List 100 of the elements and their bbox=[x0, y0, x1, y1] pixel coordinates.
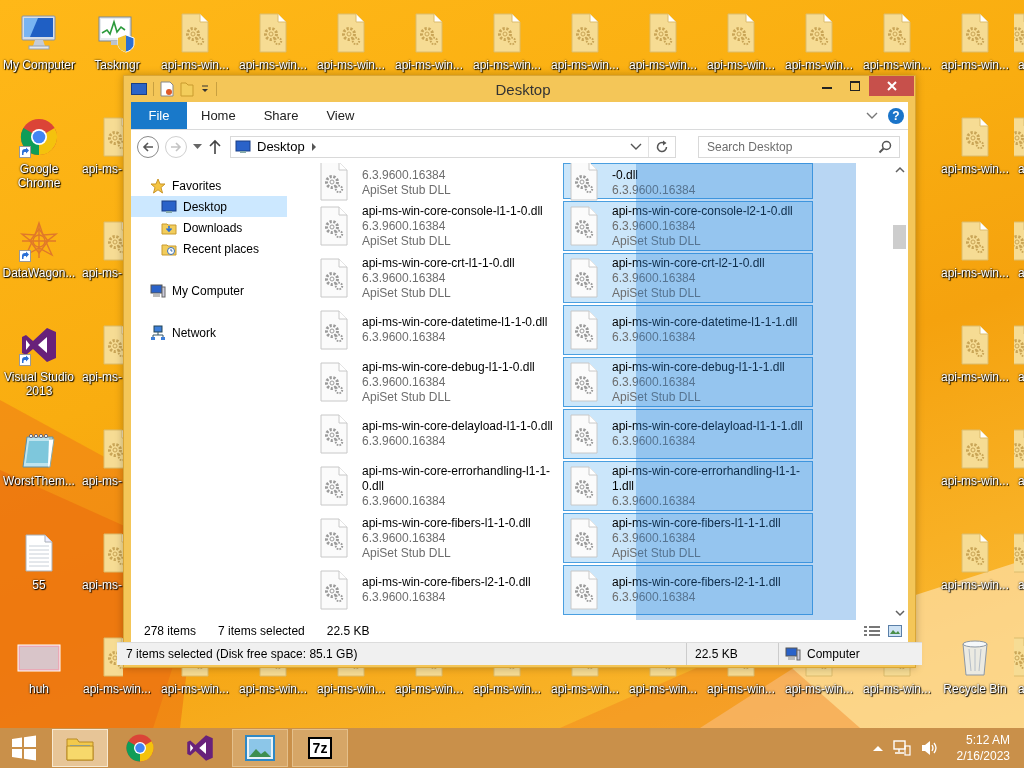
gear-file-icon[interactable] bbox=[881, 13, 913, 53]
gear-file-icon[interactable] bbox=[647, 668, 679, 677]
gear-file-icon[interactable] bbox=[413, 668, 445, 677]
file-tile[interactable]: api-ms-win-core-errorhandling-l1-1-1.dll 6.3.9600.16384 bbox=[563, 461, 813, 511]
nav-item[interactable]: Favorites bbox=[131, 175, 287, 196]
back-button[interactable] bbox=[137, 135, 159, 158]
monitor-icon[interactable] bbox=[19, 13, 59, 53]
chevron-down-icon[interactable] bbox=[630, 142, 642, 151]
refresh-icon[interactable] bbox=[655, 139, 669, 154]
properties-icon[interactable] bbox=[160, 81, 174, 97]
gear-file-icon[interactable] bbox=[959, 117, 991, 157]
file-tile[interactable]: api-ms-win-core-fibers-l1-1-0.dll 6.3.9600.16384 ApiSet Stub DLL bbox=[313, 513, 558, 563]
gear-file-icon[interactable] bbox=[257, 13, 289, 53]
ribbon-tab[interactable]: Share bbox=[249, 102, 313, 129]
icon-label: api-ms-win... bbox=[472, 682, 542, 696]
gear-file-icon[interactable] bbox=[959, 13, 991, 53]
search-icon[interactable] bbox=[878, 139, 892, 154]
up-arrow-icon[interactable] bbox=[208, 138, 222, 155]
gear-file-icon[interactable] bbox=[491, 668, 523, 677]
nav-item[interactable]: Downloads bbox=[131, 217, 287, 238]
breadcrumb-item[interactable]: Desktop bbox=[257, 139, 305, 154]
taskbar-app[interactable]: 7z bbox=[292, 729, 348, 767]
gear-file-icon[interactable] bbox=[959, 533, 991, 573]
gear-file-icon[interactable] bbox=[959, 429, 991, 469]
gear-file-icon[interactable] bbox=[101, 117, 123, 157]
nav-item[interactable]: My Computer bbox=[131, 280, 287, 301]
icon-label: api-ms-win... bbox=[628, 682, 698, 696]
gear-file-icon[interactable] bbox=[101, 533, 123, 573]
star-pattern-icon[interactable] bbox=[19, 221, 59, 261]
help-button[interactable]: ? bbox=[888, 107, 904, 124]
network-icon[interactable] bbox=[892, 740, 911, 756]
nav-item[interactable]: Recent places bbox=[131, 238, 287, 259]
file-tile[interactable]: api-ms-win-core-console-l2-1-0.dll 6.3.9600.16384 ApiSet Stub DLL bbox=[563, 201, 813, 251]
gear-file-icon[interactable] bbox=[725, 13, 757, 53]
large-icons-view-icon[interactable] bbox=[888, 625, 902, 637]
close-button[interactable] bbox=[869, 76, 914, 96]
file-tile[interactable]: api-ms-win-core-console-l1-1-0.dll 6.3.9600.16384 ApiSet Stub DLL bbox=[313, 201, 558, 251]
gear-file-icon[interactable] bbox=[179, 668, 211, 677]
file-tile[interactable]: api-ms-win-core-delayload-l1-1-0.dll 6.3.9600.16384 bbox=[313, 409, 558, 459]
file-tile[interactable]: api-ms-win-core-crt-l1-1-0.dll 6.3.9600.16384 ApiSet Stub DLL bbox=[313, 253, 558, 303]
chevron-right-icon[interactable] bbox=[310, 142, 317, 151]
app-logo-icon[interactable] bbox=[19, 325, 59, 365]
file-tile[interactable]: 6.3.9600.16384 ApiSet Stub DLL bbox=[313, 163, 558, 199]
icon-label: 55 bbox=[31, 578, 47, 592]
file-tile[interactable]: api-ms-win-core-fibers-l2-1-1.dll 6.3.9600.16384 bbox=[563, 565, 813, 615]
gear-file-icon[interactable] bbox=[959, 221, 991, 261]
folder-icon[interactable] bbox=[180, 81, 194, 97]
icon-label: api-ms- bbox=[81, 266, 122, 280]
gear-file-icon[interactable] bbox=[335, 13, 367, 53]
file-name: api-ms-win-core-fibers-l2-1-1.dll bbox=[612, 575, 782, 590]
gear-file-icon[interactable] bbox=[647, 13, 679, 53]
gear-file-icon[interactable] bbox=[413, 13, 445, 53]
file-tile[interactable]: api-ms-win-core-crt-l2-1-0.dll 6.3.9600.16384 ApiSet Stub DLL bbox=[563, 253, 813, 303]
file-tile[interactable]: api-ms-win-core-datetime-l1-1-0.dll 6.3.9600.16384 bbox=[313, 305, 558, 355]
file-description: ApiSet Stub DLL bbox=[362, 389, 452, 405]
gear-file-icon[interactable] bbox=[101, 325, 123, 365]
gear-file-icon[interactable] bbox=[569, 13, 601, 53]
file-tile[interactable]: -0.dll 6.3.9600.16384 bbox=[563, 163, 813, 199]
file-tile[interactable]: api-ms-win-core-debug-l1-1-1.dll 6.3.9600.16384 ApiSet Stub DLL bbox=[563, 357, 813, 407]
file-description: ApiSet Stub DLL bbox=[612, 233, 702, 249]
nav-item[interactable]: Desktop bbox=[131, 196, 287, 217]
gear-file-icon[interactable] bbox=[179, 13, 211, 53]
file-tile[interactable]: api-ms-win-core-fibers-l1-1-1.dll 6.3.9600.16384 ApiSet Stub DLL bbox=[563, 513, 813, 563]
file-tile[interactable]: api-ms-win-core-debug-l1-1-0.dll 6.3.9600.16384 ApiSet Stub DLL bbox=[313, 357, 558, 407]
address-bar[interactable]: Desktop bbox=[230, 135, 676, 158]
recent-locations-caret-icon[interactable] bbox=[193, 143, 202, 150]
gear-file-icon[interactable] bbox=[725, 668, 757, 677]
chevron-down-icon[interactable] bbox=[866, 111, 878, 120]
ribbon-tab[interactable]: View bbox=[312, 102, 369, 129]
nav-item[interactable]: Network bbox=[131, 322, 287, 343]
file-menu-tab[interactable]: File bbox=[131, 102, 187, 129]
forward-button[interactable] bbox=[165, 135, 187, 158]
window-icon[interactable] bbox=[131, 82, 147, 96]
monitor-shield-icon[interactable] bbox=[97, 13, 137, 53]
file-tile[interactable]: api-ms-win-core-datetime-l1-1-1.dll 6.3.9600.16384 bbox=[563, 305, 813, 355]
icon-label: api-ms-win... bbox=[160, 682, 230, 696]
file-tile[interactable]: api-ms-win-core-delayload-l1-1-1.dll 6.3.9600.16384 bbox=[563, 409, 813, 459]
gear-file-icon[interactable] bbox=[803, 13, 835, 53]
gear-file-icon[interactable] bbox=[491, 13, 523, 53]
volume-icon[interactable] bbox=[920, 740, 939, 756]
gear-file-icon[interactable] bbox=[569, 668, 601, 677]
gear-file-icon[interactable] bbox=[803, 668, 835, 677]
file-tile[interactable]: api-ms-win-core-errorhandling-l1-1-0.dll 6.3.9600.16384 bbox=[313, 461, 558, 511]
icon-label: api-ms- bbox=[81, 578, 122, 592]
gear-file-icon[interactable] bbox=[257, 668, 289, 677]
details-view-icon[interactable] bbox=[864, 625, 880, 637]
browser-icon[interactable] bbox=[19, 117, 59, 157]
gear-file-icon[interactable] bbox=[101, 429, 123, 469]
gear-file-icon[interactable] bbox=[959, 325, 991, 365]
gear-file-icon[interactable] bbox=[335, 668, 367, 677]
icon-label: api-ms-win... bbox=[550, 682, 620, 696]
file-tile[interactable]: api-ms-win-core-fibers-l2-1-0.dll 6.3.9600.16384 bbox=[313, 565, 558, 615]
show-hidden-icons-caret-icon[interactable] bbox=[872, 745, 883, 751]
scrollbar-thumb[interactable] bbox=[893, 225, 906, 249]
gear-file-icon[interactable] bbox=[101, 221, 123, 261]
ribbon-tab[interactable]: Home bbox=[187, 102, 250, 129]
search-field[interactable]: Search Desktop bbox=[698, 135, 900, 158]
dropdown-caret-icon[interactable] bbox=[200, 84, 210, 94]
taskbar-app[interactable] bbox=[232, 729, 288, 767]
gear-file-icon[interactable] bbox=[881, 668, 913, 677]
